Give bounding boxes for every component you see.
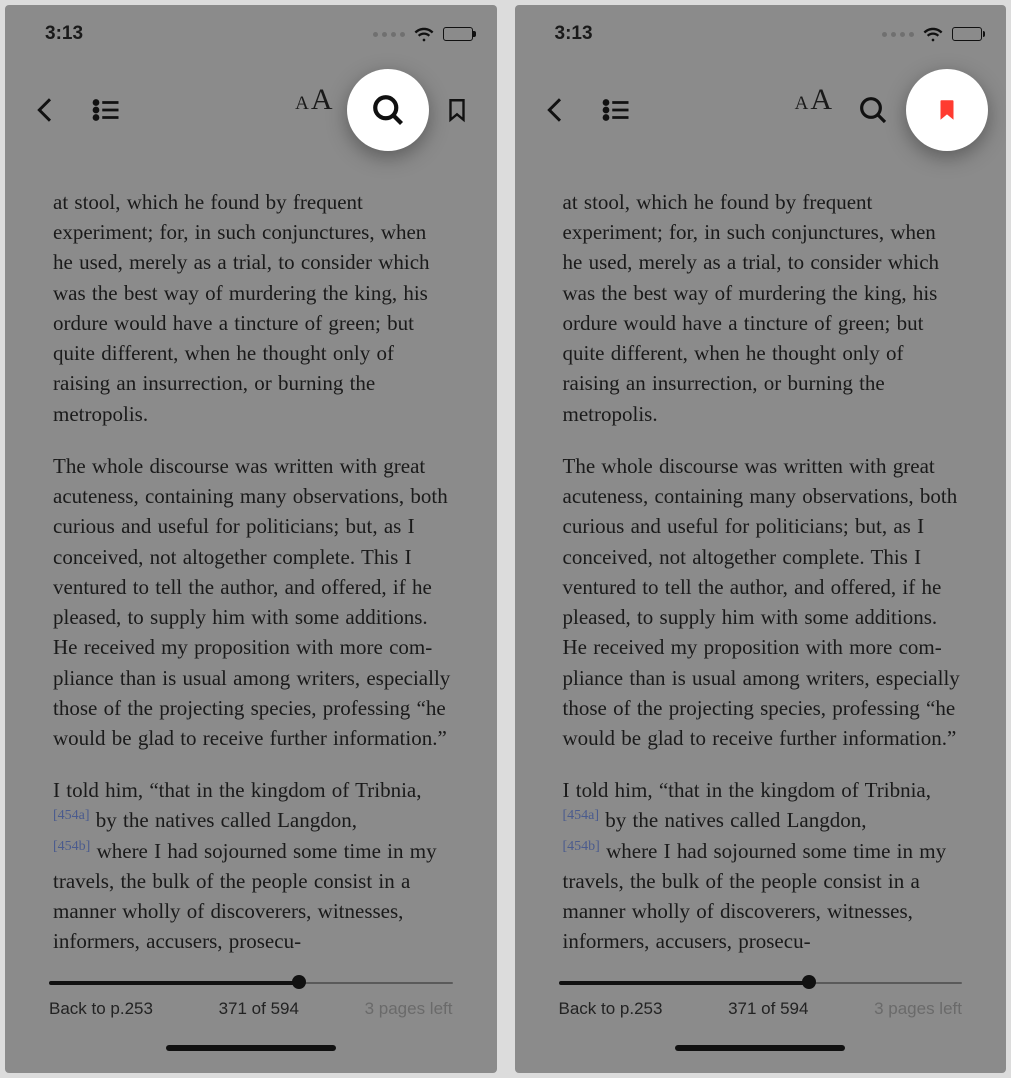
back-to-page-link[interactable]: Back to p.253 <box>559 999 663 1019</box>
bookmark-button[interactable] <box>435 83 479 137</box>
status-time: 3:13 <box>555 23 593 45</box>
home-indicator[interactable] <box>166 1045 336 1051</box>
page-position: 371 of 594 <box>219 999 299 1019</box>
paragraph-1: at stool, which he found by frequent exp… <box>563 187 961 429</box>
search-button[interactable] <box>347 69 429 151</box>
chevron-left-icon <box>540 94 572 126</box>
status-indicators <box>882 23 982 45</box>
list-icon <box>91 95 121 125</box>
table-of-contents-button[interactable] <box>79 83 133 137</box>
home-indicator[interactable] <box>675 1045 845 1051</box>
reader-footer: Back to p.253 371 of 594 3 pages left <box>515 971 1007 1073</box>
search-icon <box>857 94 889 126</box>
page-position: 371 of 594 <box>728 999 808 1019</box>
paragraph-3: I told him, “that in the kingdom of Trib… <box>53 775 451 956</box>
progress-slider[interactable] <box>559 971 963 993</box>
battery-icon <box>443 27 473 41</box>
cellular-dots-icon <box>373 32 405 37</box>
pages-remaining: 3 pages left <box>874 999 962 1019</box>
search-button[interactable] <box>846 83 900 137</box>
footnote-link-454a[interactable]: [454a] <box>53 808 90 823</box>
bookmark-button-active[interactable] <box>906 69 988 151</box>
pages-remaining: 3 pages left <box>365 999 453 1019</box>
list-icon <box>601 95 631 125</box>
back-to-page-link[interactable]: Back to p.253 <box>49 999 153 1019</box>
battery-icon <box>952 27 982 41</box>
reader-content[interactable]: at stool, which he found by frequent exp… <box>5 161 497 957</box>
phone-screen-right: 3:13 A A <box>515 5 1007 1073</box>
reader-toolbar: A A <box>515 49 1007 161</box>
status-time: 3:13 <box>45 23 83 45</box>
footnote-link-454b[interactable]: [454b] <box>53 839 90 854</box>
progress-slider[interactable] <box>49 971 453 993</box>
back-button[interactable] <box>19 83 73 137</box>
font-settings-button[interactable]: A A <box>287 83 340 137</box>
back-button[interactable] <box>529 83 583 137</box>
reader-footer: Back to p.253 371 of 594 3 pages left <box>5 971 497 1073</box>
paragraph-2: The whole discourse was written with gre… <box>53 451 451 753</box>
status-bar: 3:13 <box>5 5 497 49</box>
wifi-icon <box>413 23 435 45</box>
status-indicators <box>373 23 473 45</box>
table-of-contents-button[interactable] <box>589 83 643 137</box>
font-small-label: A <box>795 93 809 115</box>
footnote-link-454a[interactable]: [454a] <box>563 808 600 823</box>
chevron-left-icon <box>30 94 62 126</box>
bookmark-icon <box>444 95 470 125</box>
reader-toolbar: A A <box>5 49 497 161</box>
font-small-label: A <box>295 93 309 115</box>
paragraph-3: I told him, “that in the kingdom of Trib… <box>563 775 961 956</box>
paragraph-2: The whole discourse was written with gre… <box>563 451 961 753</box>
font-large-label: A <box>810 83 832 117</box>
font-settings-button[interactable]: A A <box>787 83 840 137</box>
bookmark-filled-icon <box>934 95 960 125</box>
phone-screen-left: 3:13 A A <box>5 5 497 1073</box>
footnote-link-454b[interactable]: [454b] <box>563 839 600 854</box>
font-large-label: A <box>311 83 333 117</box>
reader-content[interactable]: at stool, which he found by frequent exp… <box>515 161 1007 957</box>
search-icon <box>370 92 406 128</box>
status-bar: 3:13 <box>515 5 1007 49</box>
cellular-dots-icon <box>882 32 914 37</box>
wifi-icon <box>922 23 944 45</box>
paragraph-1: at stool, which he found by frequent exp… <box>53 187 451 429</box>
